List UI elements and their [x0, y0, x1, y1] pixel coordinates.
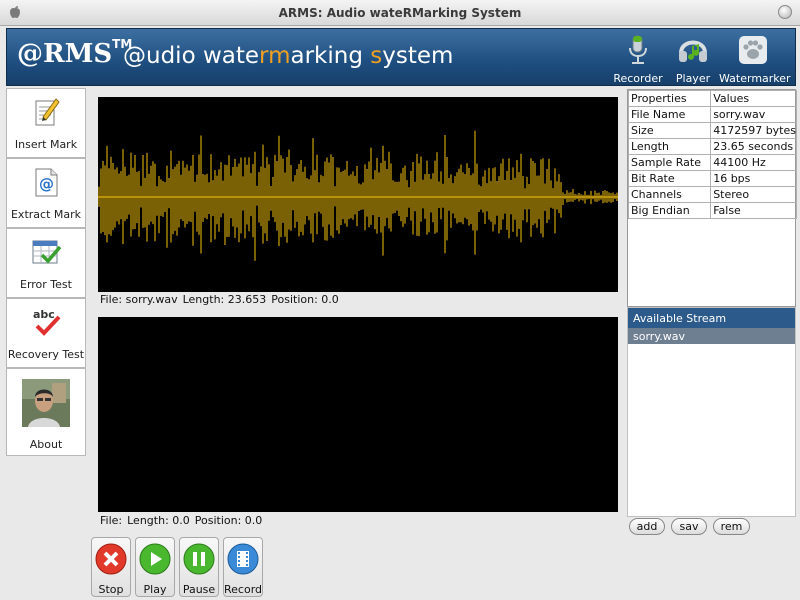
- player-button[interactable]: Player: [671, 33, 715, 85]
- headphones-icon: [679, 40, 707, 62]
- table-row: Channels Stereo: [627, 186, 797, 203]
- table-row: Sample Rate 44100 Hz: [627, 154, 797, 171]
- sidebar-item-insert-mark[interactable]: Insert Mark: [6, 88, 86, 158]
- title-bar: ARMS: Audio wateRMarking System: [0, 0, 800, 26]
- properties-table: Properties Values File Name sorry.wav Siz…: [627, 89, 797, 307]
- play-icon: [139, 543, 171, 575]
- author-photo: [22, 379, 70, 427]
- table-row: File Name sorry.wav: [627, 106, 797, 123]
- waveform-status-primary: File: sorry.wav Length: 23.653 Position: 0…: [100, 293, 344, 306]
- record-label: Record: [224, 583, 263, 596]
- pause-button[interactable]: Pause: [179, 537, 219, 597]
- app-tagline: @udio watermarking system: [123, 43, 453, 69]
- spreadsheet-check-icon: [32, 240, 62, 264]
- add-stream-button[interactable]: add: [629, 518, 665, 535]
- length-label: Length: 23.653: [182, 293, 267, 306]
- record-button[interactable]: Record: [223, 537, 263, 597]
- save-stream-button[interactable]: sav: [671, 518, 707, 535]
- property-value: Stereo: [710, 186, 797, 203]
- table-row: Big Endian False: [627, 202, 797, 219]
- window-close-button[interactable]: [778, 5, 792, 19]
- play-label: Play: [143, 583, 167, 596]
- tagline-part: arking: [290, 43, 371, 69]
- app-logo: @RMSTM: [17, 37, 132, 69]
- file-label: File:: [100, 514, 123, 527]
- position-label: Position: 0.0: [194, 514, 263, 527]
- stop-icon: [95, 543, 127, 575]
- column-header: Values: [710, 90, 797, 107]
- property-value: sorry.wav: [710, 106, 797, 123]
- sidebar-item-extract-mark[interactable]: @ Extract Mark: [6, 158, 86, 228]
- app-header: @RMSTM @udio watermarking system Recorde…: [6, 28, 796, 86]
- waveform-display-primary[interactable]: [98, 97, 618, 292]
- player-label: Player: [675, 72, 711, 85]
- table-row: Length 23.65 seconds: [627, 138, 797, 155]
- svg-text:@: @: [39, 175, 54, 193]
- available-stream-list: Available Stream sorry.wav: [627, 307, 796, 517]
- spellcheck-icon: abc: [33, 308, 61, 336]
- property-name: Size: [627, 122, 712, 139]
- document-at-icon: @: [35, 168, 58, 197]
- pause-icon: [183, 543, 215, 575]
- tagline-part: s: [370, 43, 383, 69]
- paw-print-icon: [739, 36, 767, 64]
- table-row: Size 4172597 bytes: [627, 122, 797, 139]
- sidebar-item-label: Insert Mark: [14, 138, 78, 151]
- position-label: Position: 0.0: [271, 293, 339, 306]
- sidebar-item-label: Error Test: [20, 278, 72, 291]
- property-name: Sample Rate: [627, 154, 712, 171]
- file-label: File: sorry.wav: [100, 293, 178, 306]
- watermarker-label: Watermarker: [719, 72, 791, 85]
- microphone-icon: [629, 35, 647, 64]
- column-header: Properties: [627, 90, 712, 107]
- pause-label: Pause: [182, 583, 216, 596]
- stop-button[interactable]: Stop: [91, 537, 131, 597]
- property-value: 16 bps: [710, 170, 797, 187]
- list-item[interactable]: sorry.wav: [628, 328, 795, 344]
- logo-text: @RMS: [17, 39, 113, 69]
- property-value: 23.65 seconds: [710, 138, 797, 155]
- sidebar-item-label: About: [29, 438, 63, 451]
- waveform-display-secondary[interactable]: [98, 317, 618, 512]
- table-row: Bit Rate 16 bps: [627, 170, 797, 187]
- property-name: Channels: [627, 186, 712, 203]
- tagline-part: rm: [259, 43, 291, 69]
- tagline-part: @udio wate: [123, 43, 260, 69]
- sidebar-item-label: Recovery Test: [7, 348, 85, 361]
- waveform-status-secondary: File: Length: 0.0 Position: 0.0: [100, 514, 267, 527]
- property-name: Bit Rate: [627, 170, 712, 187]
- remove-stream-button[interactable]: rem: [713, 518, 750, 535]
- stream-list-header: Available Stream: [628, 308, 795, 328]
- sidebar: Insert Mark @ Extract Mark Error Test ab…: [6, 88, 86, 456]
- film-record-icon: [227, 543, 259, 575]
- sidebar-item-error-test[interactable]: Error Test: [6, 228, 86, 298]
- stop-label: Stop: [98, 583, 124, 596]
- property-name: File Name: [627, 106, 712, 123]
- length-label: Length: 0.0: [127, 514, 190, 527]
- property-value: 44100 Hz: [710, 154, 797, 171]
- tagline-part: ystem: [382, 43, 454, 69]
- table-header-row: Properties Values: [627, 90, 797, 107]
- property-value: False: [710, 202, 797, 219]
- property-value: 4172597 bytes: [710, 122, 797, 139]
- document-pencil-icon: [35, 98, 60, 126]
- sidebar-item-recovery-test[interactable]: abc Recovery Test: [6, 298, 86, 368]
- recorder-label: Recorder: [613, 72, 663, 85]
- recorder-button[interactable]: Recorder: [613, 33, 663, 85]
- svg-text:abc: abc: [33, 308, 55, 321]
- waveform-plot: [98, 130, 618, 261]
- property-name: Length: [627, 138, 712, 155]
- property-name: Big Endian: [627, 202, 712, 219]
- window-title: ARMS: Audio wateRMarking System: [278, 6, 522, 20]
- play-button[interactable]: Play: [135, 537, 175, 597]
- watermarker-button[interactable]: Watermarker: [719, 33, 791, 85]
- sidebar-item-label: Extract Mark: [10, 208, 82, 221]
- sidebar-item-about[interactable]: About: [6, 368, 86, 456]
